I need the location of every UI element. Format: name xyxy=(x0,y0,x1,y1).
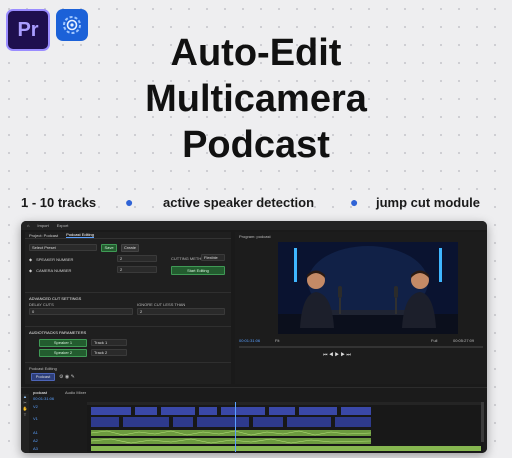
feature-tracks: 1 - 10 tracks xyxy=(21,195,97,210)
program-monitor: Program: podcast 00:01:31:06 Fit Full 00… xyxy=(235,232,487,384)
camera-number-label: CAMERA NUMBER xyxy=(36,268,72,273)
tab-audio-mixer[interactable]: Audio Mixer xyxy=(65,390,86,395)
feature-jump-cut: jump cut module xyxy=(376,195,480,210)
menu-bar: ⌂ Import Export xyxy=(21,221,487,230)
audiotracks-section: AUDIOTRACKS PARAMETERS Speaker 1 Track 1… xyxy=(25,326,231,360)
track-label-a1[interactable]: A1 xyxy=(33,430,38,435)
program-monitor-title: Program: podcast xyxy=(239,234,271,239)
settings-icon[interactable]: ⚙ ◉ ✎ xyxy=(59,374,75,380)
podcast-button[interactable]: Podcast xyxy=(31,373,55,381)
monitor-duration: 00:05:27:09 xyxy=(453,338,475,343)
menu-export[interactable]: Export xyxy=(57,223,69,228)
monitor-timecode: 00:01:31:06 xyxy=(239,338,261,343)
preset-select[interactable]: Select Preset xyxy=(29,244,97,251)
delay-cuts-input[interactable]: 0 xyxy=(29,308,133,315)
menu-import[interactable]: Import xyxy=(37,223,48,228)
ignore-cuts-label: IGNORE CUT LESS THAN xyxy=(137,302,186,307)
speaker-number-row: ◆ SPEAKER NUMBER xyxy=(29,257,73,262)
timeline-panel: podcast Audio Mixer 00:01:31:06 ▲ ✂ ✋ T … xyxy=(21,387,487,453)
headline: Auto-Edit Multicamera Podcast xyxy=(0,30,512,168)
speaker-number-select[interactable]: 2 xyxy=(117,255,157,262)
headline-line-2: Multicamera xyxy=(145,78,367,120)
headline-line-1: Auto-Edit xyxy=(170,32,342,74)
camera-icon: ◆ xyxy=(29,268,33,273)
home-icon[interactable]: ⌂ xyxy=(27,223,29,228)
tab-podcast-editing[interactable]: Podcast Editing xyxy=(66,232,94,238)
podcast-editing-label: Podcast Editing xyxy=(29,366,57,371)
timeline-tracks xyxy=(87,402,483,452)
cut-method-select[interactable]: Flexible xyxy=(201,254,225,261)
playhead-scrubber[interactable] xyxy=(239,346,483,348)
tools-toolbar: ▲ ✂ ✋ T xyxy=(21,394,29,453)
track-label-v1[interactable]: V1 xyxy=(33,416,38,421)
premiere-app-window: ⌂ Import Export Project: Podcast Podcast… xyxy=(21,221,487,453)
track-label-a3[interactable]: A3 xyxy=(33,446,38,451)
podcast-editing-section: Podcast Editing Podcast ⚙ ◉ ✎ xyxy=(25,362,231,384)
text-tool-icon[interactable]: T xyxy=(21,412,29,418)
start-editing-button[interactable]: Start Editing xyxy=(171,266,225,275)
ignore-cuts-input[interactable]: 2 xyxy=(137,308,225,315)
plugin-panel: Project: Podcast Podcast Editing Select … xyxy=(25,232,231,384)
track-label-v2[interactable]: V2 xyxy=(33,404,38,409)
speaker-2-button[interactable]: Speaker 2 xyxy=(39,349,87,357)
save-button[interactable]: Save xyxy=(101,244,117,252)
user-icon: ◆ xyxy=(29,257,33,262)
track-label-a2[interactable]: A2 xyxy=(33,438,38,443)
timeline-timecode: 00:01:31:06 xyxy=(33,396,55,401)
panel-tabs: Project: Podcast Podcast Editing xyxy=(25,232,231,239)
monitor-resolution-select[interactable]: Full xyxy=(431,338,437,343)
playback-controls-icon[interactable]: ⏮ ◀ ▶ ▶ ⏭ xyxy=(323,352,351,358)
camera-number-row: ◆ CAMERA NUMBER xyxy=(29,268,71,273)
podcast-video-frame xyxy=(278,242,458,334)
tab-project[interactable]: Project: Podcast xyxy=(29,233,58,238)
bullet-icon: ● xyxy=(125,194,134,210)
advanced-settings-label: ADVANCED CUT SETTINGS xyxy=(29,296,82,301)
speaker-1-button[interactable]: Speaker 1 xyxy=(39,339,87,347)
speaker-1-track-select[interactable]: Track 1 xyxy=(91,339,127,346)
advanced-settings-section: ADVANCED CUT SETTINGS DELAY CUTS 0 IGNOR… xyxy=(25,292,231,322)
headline-line-3: Podcast xyxy=(182,124,330,166)
speaker-number-label: SPEAKER NUMBER xyxy=(36,257,74,262)
delay-cuts-label: DELAY CUTS xyxy=(29,302,54,307)
feature-speaker-detection: active speaker detection xyxy=(163,195,315,210)
audiotracks-label: AUDIOTRACKS PARAMETERS xyxy=(29,330,87,335)
tab-podcast-sequence[interactable]: podcast xyxy=(33,390,47,395)
bullet-icon: ● xyxy=(350,194,359,210)
camera-number-select[interactable]: 2 xyxy=(117,266,157,273)
feature-list: 1 - 10 tracks ● active speaker detection… xyxy=(0,194,512,211)
monitor-fit-select[interactable]: Fit xyxy=(275,338,279,343)
create-button[interactable]: Create xyxy=(121,244,139,252)
speaker-2-track-select[interactable]: Track 2 xyxy=(91,349,127,356)
timeline-scrollbar[interactable] xyxy=(481,402,484,442)
